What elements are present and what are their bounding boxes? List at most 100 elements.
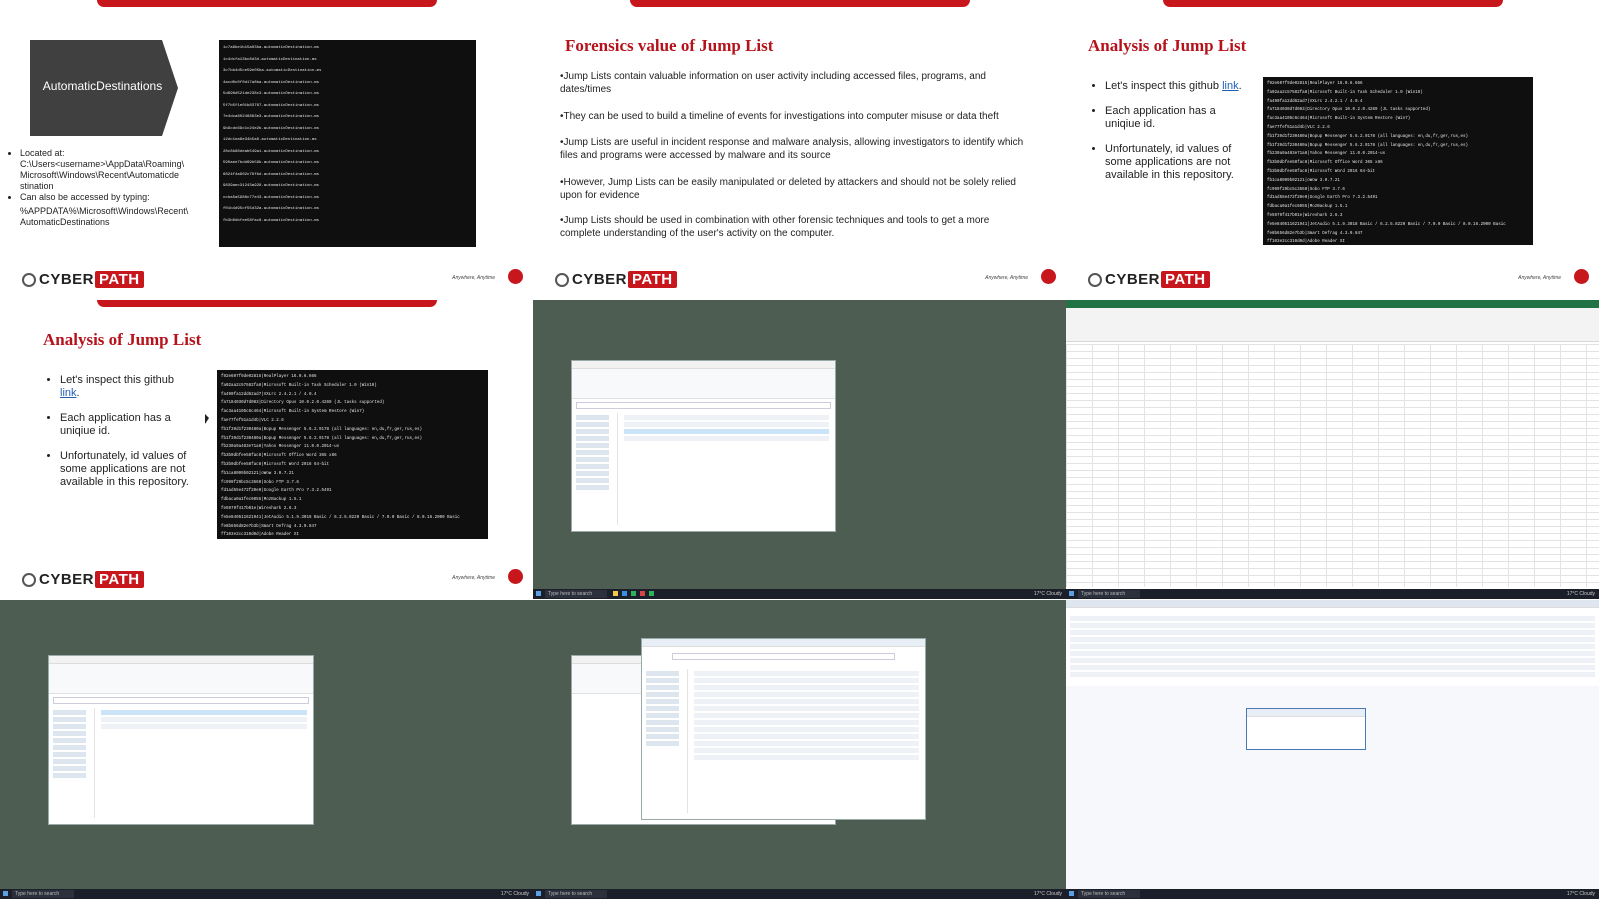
taskbar-search[interactable]: Type here to search	[1078, 890, 1140, 898]
taskbar: Type here to search 17°C Cloudy	[1066, 889, 1599, 899]
address-bar[interactable]	[53, 697, 309, 704]
terminal-line: fe5979f417b01e|Wireshark 2.6.3	[1267, 213, 1343, 218]
desktop-file-explorer: Type here to search 17°C Cloudy	[533, 300, 1066, 599]
slide-footer: CYBER PATH Anywhere, Anytime	[1066, 269, 1599, 299]
cyberpath-logo: CYBER PATH	[22, 271, 144, 288]
file-row[interactable]: 7e4dca80246863e3.automaticDestination-ms	[223, 112, 472, 124]
tagline: Anywhere, Anytime	[452, 275, 495, 281]
terminal-line: fdbaca0a1fec6055|MozBackup 1.5.1	[221, 498, 302, 503]
slide-footer: CYBER PATH Anywhere, Anytime	[0, 269, 533, 299]
address-bar[interactable]	[576, 402, 831, 409]
slide-footer: CYBER PATH Anywhere, Anytime	[0, 569, 533, 599]
file-explorer-window[interactable]	[571, 360, 836, 532]
file-row[interactable]: 5f7b5f1e01b83767.automaticDestination-ms	[223, 101, 472, 113]
file-row[interactable]: 3c7bb4d5ce59e05ba.automaticDestination-m…	[223, 66, 472, 78]
terminal-line: fc999f29bc5c3560|Sobo FTP 3.7.6	[1267, 187, 1345, 192]
open-file-dialog[interactable]	[641, 638, 926, 820]
taskbar-search[interactable]: Type here to search	[1078, 590, 1140, 598]
excel-ribbon[interactable]	[1066, 300, 1599, 342]
terminal-line: fe5979f417b01e|Wireshark 2.6.3	[221, 506, 297, 511]
entries-table[interactable]	[1066, 600, 1599, 686]
terminal-line: fe8b656d82e7b3b|Smart Defrag 4.3.0.847	[1267, 231, 1363, 236]
tagline: Anywhere, Anytime	[452, 575, 495, 581]
tagline: Anywhere, Anytime	[1518, 275, 1561, 281]
red-dot	[1574, 269, 1589, 284]
file-row[interactable]: 9839aec31243a928.automaticDestination-ms	[223, 181, 472, 193]
taskbar-search[interactable]: Type here to search	[545, 590, 607, 598]
slide-title: Analysis of Jump List	[1088, 36, 1247, 55]
weather: 17°C Cloudy	[1033, 591, 1062, 597]
terminal-line: f92e607f9de02815|RealPlayer 16.0.6.666	[1267, 82, 1363, 86]
desktop-explorer-tooltip: Type here to search 17°C Cloudy	[0, 600, 533, 899]
point-5: •Jump Lists should be used in combinatio…	[560, 215, 990, 239]
file-row[interactable]: 4acd0c0f0d17a8ba.automaticDestination-ms	[223, 78, 472, 90]
taskbar-search[interactable]: Type here to search	[545, 890, 607, 898]
taskbar: Type here to search 17°C Cloudy	[0, 889, 533, 899]
point-2: •They can be used to build a timeline of…	[560, 111, 999, 122]
message-dialog[interactable]	[1246, 708, 1366, 750]
file-listing-window: 1c7a9be1b15a03ba.automaticDestination-ms…	[219, 40, 476, 247]
terminal-line: fb3b0dbfee58fac8|Microsoft Office Word 3…	[1267, 161, 1383, 166]
terminal-line: fd1ad55e472f20e0|Google Earth Pro 7.3.2.…	[1267, 196, 1378, 201]
terminal-line: fac3aa4105c6c464|Microsoft Built-in Syst…	[1267, 117, 1411, 122]
dialog-path-input[interactable]	[672, 653, 895, 660]
github-link[interactable]: link	[60, 387, 77, 399]
desktop-open-dialog: Type here to search 17°C Cloudy	[533, 600, 1066, 899]
file-row[interactable]: 12dc1ea8e34b5a6.automaticDestination-ms	[223, 135, 472, 147]
cyberpath-logo: CYBER PATH	[22, 571, 144, 588]
taskbar-search[interactable]: Type here to search	[12, 890, 74, 898]
windows-start-icon[interactable]	[1069, 591, 1074, 596]
appdata-path: %APPDATA%\Microsoft\Windows\Recent\ Auto…	[20, 206, 189, 227]
point-1: •Jump Lists contain valuable information…	[560, 71, 986, 95]
windows-start-icon[interactable]	[536, 891, 541, 896]
terminal-line: fe8b656d82e7b3b|Smart Defrag 4.3.0.847	[221, 524, 317, 529]
access-bullet: Can also be accessed by typing:	[20, 192, 215, 203]
windows-start-icon[interactable]	[536, 591, 541, 596]
slide-analysis-jump-list-a: Analysis of Jump List Let's inspect this…	[1066, 0, 1599, 299]
cyberpath-logo: CYBER PATH	[555, 271, 677, 288]
file-explorer-window[interactable]	[48, 655, 314, 825]
weather: 17°C Cloudy	[1566, 891, 1595, 897]
windows-start-icon[interactable]	[3, 891, 8, 896]
terminal-line: fb230a9a483e71a8|Yahoo Messenger 11.0.0.…	[1267, 152, 1386, 157]
terminal-line: fa02aa2c57582fa8|Microsoft Built-in Task…	[1267, 90, 1423, 95]
terminal-line: fe5e840511621941|JetAudio 5.1.9.3018 Bas…	[1267, 222, 1506, 227]
slide-footer: CYBER PATH Anywhere, Anytime	[533, 269, 1066, 299]
red-dot	[508, 569, 523, 584]
file-row[interactable]: fb3b0dbfee58fac8.automaticDestination-ms	[223, 216, 472, 228]
file-row[interactable]: 1c4dcfa13bc8d3d.automaticDestination-ms	[223, 55, 472, 67]
file-row[interactable]: 9b9cdc69c1c24e2b.automaticDestination-ms	[223, 124, 472, 136]
file-row[interactable]: 5d696d521de238c3.automaticDestination-ms	[223, 89, 472, 101]
terminal-line: fd1ad55e472f20e0|Google Earth Pro 7.3.2.…	[221, 489, 332, 494]
slide-title: Analysis of Jump List	[43, 330, 202, 349]
file-row[interactable]: ccba5a5986c77e43.automaticDestination-ms	[223, 193, 472, 205]
terminal-line: fb1f39d1f230480a|Bopup Messenger 5.6.2.9…	[221, 436, 423, 441]
terminal-line: ff103e2cc310d0d|Adobe Reader XI	[1267, 240, 1345, 245]
slide-top-bar	[97, 0, 437, 7]
file-row[interactable]: 590aee7bdd69b59b.automaticDestination-ms	[223, 158, 472, 170]
terminal-line: fa490fa12dd62ad7|VXLrc 2.4.2.1 / 4.0.4	[221, 392, 317, 397]
terminal-line: fb1f39d1f230480a|Bopup Messenger 5.6.2.9…	[221, 427, 423, 432]
bullet-unique-id: Each application has a uniqiue id.	[1105, 105, 1245, 131]
file-row[interactable]: 1c7a9be1b15a03ba.automaticDestination-ms	[223, 43, 472, 55]
terminal-line: fa02aa2c57582fa8|Microsoft Built-in Task…	[221, 383, 377, 388]
terminal-line: fa7184030d7d083|Directory Opus 10.0.2.0.…	[221, 401, 385, 406]
file-row[interactable]: 28c8b86deab549a1.automaticDestination-ms	[223, 147, 472, 159]
jumplist-explorer-tool: Type here to search 17°C Cloudy	[1066, 600, 1599, 899]
terminal-line: fac3aa4105c6c464|Microsoft Built-in Syst…	[221, 410, 365, 415]
file-row[interactable]: f01b4d95cf55d32a.automaticDestination-ms	[223, 204, 472, 216]
app-id-terminal: f92e607f9de02815|RealPlayer 16.0.6.666 fa…	[217, 370, 488, 539]
weather: 17°C Cloudy	[1033, 891, 1062, 897]
terminal-line: ff103e2cc310d0d|Adobe Reader XI	[221, 533, 299, 538]
terminal-line: fb3b0dbfee58fac8|Microsoft Office Word 3…	[221, 454, 337, 459]
terminal-line: fa7184030d7d083|Directory Opus 10.0.2.0.…	[1267, 108, 1431, 113]
automatic-destinations-label: AutomaticDestinations	[42, 79, 163, 93]
file-row[interactable]: 6824f4a902c78fbd.automaticDestination-ms	[223, 170, 472, 182]
slide-forensics-value: Forensics value of Jump List •Jump Lists…	[533, 0, 1066, 299]
terminal-line: fc999f29bc5c3560|Sobo FTP 3.7.6	[221, 480, 299, 485]
github-link[interactable]: link	[1222, 80, 1239, 92]
terminal-line: fb1ca8099b02121|oWow 3.0.7.21	[1267, 178, 1340, 183]
spreadsheet-grid[interactable]	[1066, 344, 1599, 587]
windows-start-icon[interactable]	[1069, 891, 1074, 896]
app-id-terminal: f92e607f9de02815|RealPlayer 16.0.6.666 fa…	[1263, 77, 1533, 245]
